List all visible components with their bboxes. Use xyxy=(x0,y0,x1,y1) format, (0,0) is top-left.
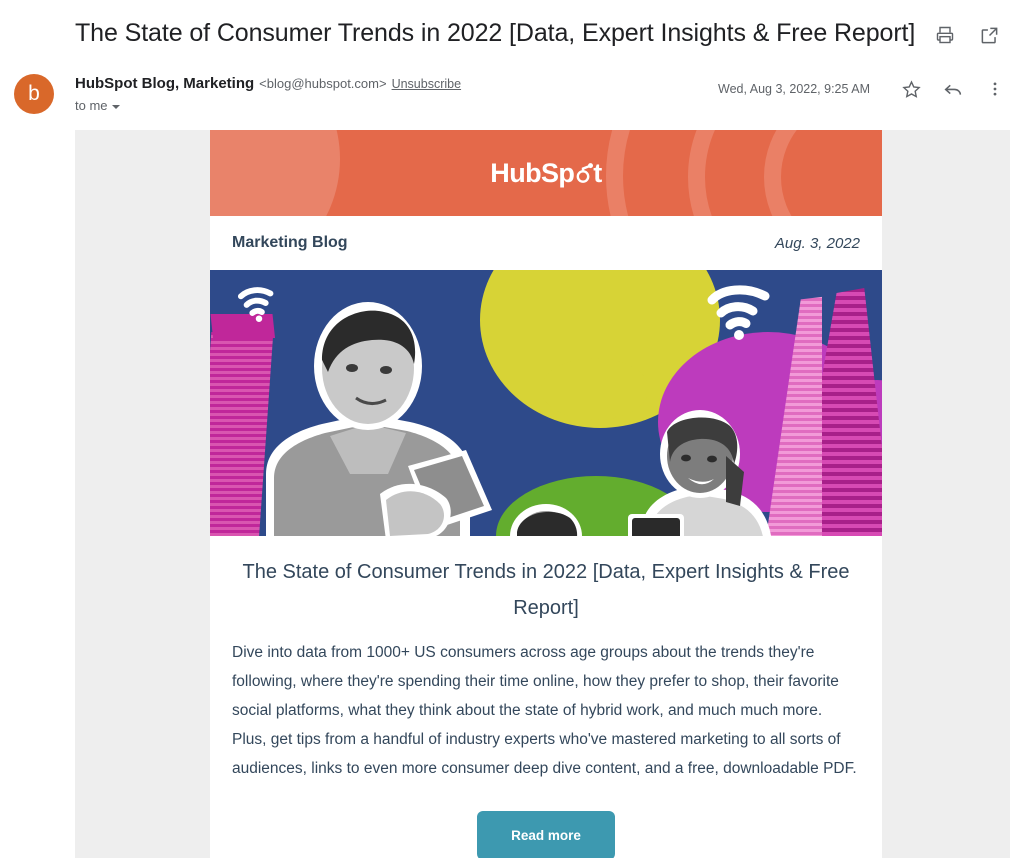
recipient-line[interactable]: to me xyxy=(75,98,718,113)
print-icon[interactable] xyxy=(934,24,956,46)
more-options-icon[interactable] xyxy=(984,78,1006,100)
banner-circle-decoration xyxy=(210,130,340,216)
page-title: The State of Consumer Trends in 2022 [Da… xyxy=(75,19,916,47)
wifi-icon-right xyxy=(705,280,777,347)
person-center-partial xyxy=(500,502,592,536)
sender-details: HubSpot Blog, Marketing <blog@hubspot.co… xyxy=(75,68,718,113)
sender-email: <blog@hubspot.com> xyxy=(259,76,387,91)
sender-name[interactable]: HubSpot Blog, Marketing xyxy=(75,74,254,94)
blog-date: Aug. 3, 2022 xyxy=(774,234,860,252)
article-headline[interactable]: The State of Consumer Trends in 2022 [Da… xyxy=(210,536,882,630)
avatar: b xyxy=(14,74,54,114)
recipient-label: to me xyxy=(75,98,108,113)
hero-image[interactable] xyxy=(210,270,882,536)
subject-header: The State of Consumer Trends in 2022 [Da… xyxy=(0,0,1024,68)
hubspot-banner: HubSp t xyxy=(210,130,882,216)
message-timestamp: Wed, Aug 3, 2022, 9:25 AM xyxy=(718,82,870,96)
unsubscribe-link[interactable]: Unsubscribe xyxy=(392,74,461,94)
reply-icon[interactable] xyxy=(942,78,964,100)
sender-action-bar: Wed, Aug 3, 2022, 9:25 AM xyxy=(718,68,1006,100)
person-woman-with-phone xyxy=(622,410,800,536)
read-more-button[interactable]: Read more xyxy=(477,811,615,858)
hubspot-logo[interactable]: HubSp t xyxy=(490,157,602,189)
banner-arc-decoration-3 xyxy=(606,130,882,216)
sender-identity-line: HubSpot Blog, Marketing <blog@hubspot.co… xyxy=(75,74,718,94)
blog-name[interactable]: Marketing Blog xyxy=(232,234,348,252)
cta-container: Read more xyxy=(210,783,882,858)
blog-meta-strip: Marketing Blog Aug. 3, 2022 xyxy=(210,216,882,270)
hubspot-logo-text: HubSp xyxy=(490,157,575,188)
email-body-backdrop: HubSp t Marketing Blog Aug. 3, 2022 The … xyxy=(75,130,1010,858)
person-man-with-phone xyxy=(260,298,510,536)
star-icon[interactable] xyxy=(900,78,922,100)
hubspot-sprocket-icon xyxy=(575,162,594,183)
email-newsletter-card: HubSp t Marketing Blog Aug. 3, 2022 The … xyxy=(210,130,882,858)
subject-action-bar xyxy=(934,16,1006,46)
sender-header: b HubSpot Blog, Marketing <blog@hubspot.… xyxy=(0,68,1024,130)
article-body-text: Dive into data from 1000+ US consumers a… xyxy=(232,644,857,777)
gmail-message-view: The State of Consumer Trends in 2022 [Da… xyxy=(0,0,1024,858)
chevron-down-icon[interactable] xyxy=(111,104,120,109)
open-in-new-window-icon[interactable] xyxy=(978,24,1000,46)
